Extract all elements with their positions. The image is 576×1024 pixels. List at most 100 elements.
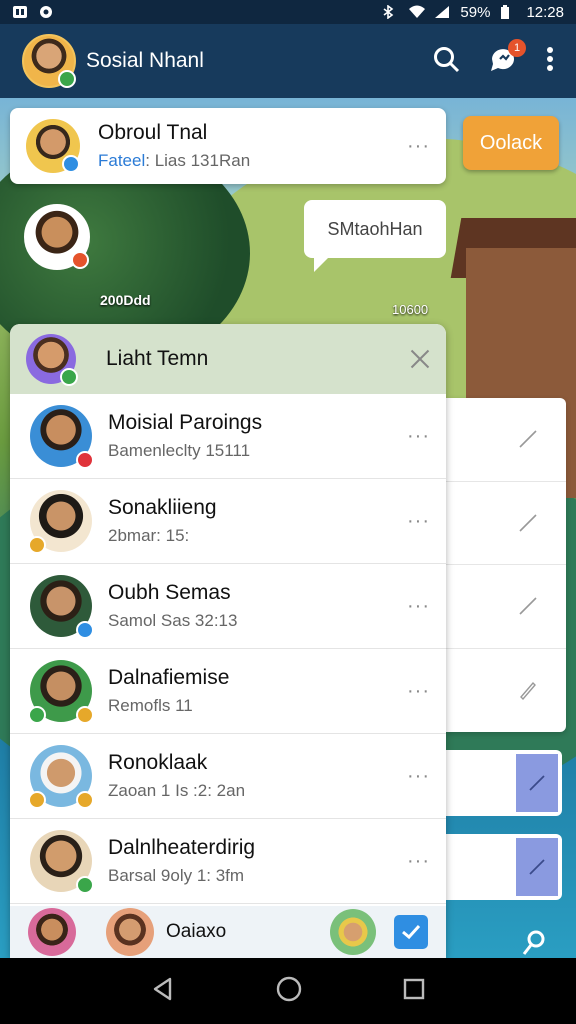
app-bar: Sosial Nhanl 1 <box>0 24 576 98</box>
featured-contact-status: : Lias 131Ran <box>145 151 251 170</box>
clock: 12:28 <box>526 3 564 21</box>
back-icon[interactable] <box>150 976 176 1007</box>
bluetooth-icon <box>382 4 398 20</box>
contact-status: Zaoan 1 Is :2: 2an <box>108 781 246 800</box>
system-nav-bar <box>0 958 576 1024</box>
verified-badge <box>62 155 80 173</box>
confirm-checkbox[interactable] <box>394 915 428 949</box>
contact-status: 2bmar: 15: <box>108 526 190 545</box>
search-icon[interactable] <box>432 45 460 78</box>
side-row[interactable] <box>446 398 566 482</box>
speaker-avatar[interactable] <box>24 204 90 270</box>
contacts-panel: Liaht Temn Moisial Paroings Bamenleclty … <box>10 324 446 958</box>
contact-name: Ronoklaak <box>108 751 208 774</box>
featured-contact-menu-icon[interactable]: ··· <box>407 135 430 158</box>
notifications-button[interactable]: 1 <box>488 38 526 78</box>
heart-badge <box>76 451 94 469</box>
more-options-icon[interactable] <box>546 45 554 78</box>
contact-name: Oubh Semas <box>108 581 231 604</box>
contact-status: Samol Sas 32:13 <box>108 611 238 630</box>
contact-row[interactable]: Moisial Paroings Bamenleclty 15111 ··· <box>10 394 446 479</box>
coin-badge <box>28 536 46 554</box>
contact-name: Sonakliieng <box>108 496 217 519</box>
orange-action-button[interactable]: Oolack <box>463 116 559 170</box>
coin-badge <box>76 706 94 724</box>
profile-avatar[interactable] <box>22 34 76 88</box>
contact-status: Barsal 9oly 1: 3fm <box>108 866 245 885</box>
side-action-button[interactable] <box>516 838 558 896</box>
side-action-card <box>446 834 562 900</box>
speech-bubble: SMtaohHan <box>304 200 446 272</box>
scene-label-left: 200Ddd <box>100 292 151 308</box>
contact-status: Remofls 11 <box>108 696 193 715</box>
panel-footer: Oaiaxo <box>10 906 446 958</box>
row-menu-icon[interactable]: ··· <box>407 850 430 873</box>
row-menu-icon[interactable]: ··· <box>407 510 430 533</box>
row-menu-icon[interactable]: ··· <box>407 425 430 448</box>
featured-contact-tag: Fateel <box>98 151 146 170</box>
contact-avatar <box>28 660 94 724</box>
panel-header: Liaht Temn <box>10 324 446 394</box>
contact-row[interactable]: Ronoklaak Zaoan 1 Is :2: 2an ··· <box>10 734 446 819</box>
footer-avatar[interactable] <box>28 908 76 956</box>
notification-count: 1 <box>508 38 526 57</box>
footer-avatar[interactable] <box>330 909 376 955</box>
home-icon[interactable] <box>275 975 303 1008</box>
panel-title: Liaht Temn <box>106 347 209 370</box>
side-row[interactable] <box>446 649 566 733</box>
pencil-icon[interactable] <box>518 680 538 701</box>
contact-row[interactable]: Oubh Semas Samol Sas 32:13 ··· <box>10 564 446 649</box>
footer-label: Oaiaxo <box>166 921 227 942</box>
side-action-column <box>446 398 566 732</box>
featured-contact-avatar <box>26 119 80 173</box>
edit-icon <box>529 859 545 875</box>
contact-avatar <box>28 490 92 554</box>
app-notification-icon <box>12 5 28 19</box>
contact-name: Dalnafiemise <box>108 666 230 689</box>
contact-avatar <box>30 575 94 639</box>
wifi-icon <box>408 5 426 19</box>
message-notification-icon <box>38 5 54 19</box>
battery-percent: 59% <box>460 3 491 21</box>
online-badge <box>28 706 46 724</box>
signal-icon <box>434 5 450 19</box>
contact-row[interactable]: Sonakliieng 2bmar: 15: ··· <box>10 479 446 564</box>
online-badge <box>60 368 78 386</box>
contact-name: Moisial Paroings <box>108 411 263 434</box>
contact-row[interactable]: Dalnafiemise Remofls 11 ··· <box>10 649 446 734</box>
contact-row[interactable]: Dalnlheaterdirig Barsal 9oly 1: 3fm ··· <box>10 819 446 904</box>
edit-icon[interactable] <box>518 596 538 616</box>
side-action-card <box>446 750 562 816</box>
side-row[interactable] <box>446 482 566 565</box>
online-badge <box>58 70 76 88</box>
checkmark-icon <box>402 924 421 940</box>
edit-icon <box>529 775 545 791</box>
scene-label-right: 10600 <box>392 302 429 317</box>
battery-icon <box>500 5 516 19</box>
coin-badge <box>76 791 94 809</box>
verified-badge <box>76 621 94 639</box>
status-bar: 59% 12:28 <box>0 0 576 24</box>
contact-status: Bamenleclty 15111 <box>108 441 251 460</box>
row-menu-icon[interactable]: ··· <box>407 595 430 618</box>
footer-avatar[interactable] <box>106 908 154 956</box>
heart-badge <box>71 251 89 269</box>
online-badge <box>76 876 94 894</box>
panel-header-avatar <box>26 334 78 386</box>
featured-contact-card[interactable]: Obroul Tnal Fateel: Lias 131Ran ··· <box>10 108 446 184</box>
side-row[interactable] <box>446 565 566 649</box>
featured-contact-name: Obroul Tnal <box>98 121 208 144</box>
contact-avatar <box>28 745 94 809</box>
contact-avatar <box>30 830 94 894</box>
contact-avatar <box>30 405 94 469</box>
edit-icon[interactable] <box>518 429 538 449</box>
row-menu-icon[interactable]: ··· <box>407 680 430 703</box>
app-title: Sosial Nhanl <box>86 49 204 72</box>
row-menu-icon[interactable]: ··· <box>407 765 430 788</box>
side-action-button[interactable] <box>516 754 558 812</box>
close-icon[interactable] <box>410 349 430 369</box>
edit-icon[interactable] <box>518 513 538 533</box>
coin-badge <box>28 791 46 809</box>
contact-name: Dalnlheaterdirig <box>108 836 256 859</box>
recents-icon[interactable] <box>402 977 426 1006</box>
